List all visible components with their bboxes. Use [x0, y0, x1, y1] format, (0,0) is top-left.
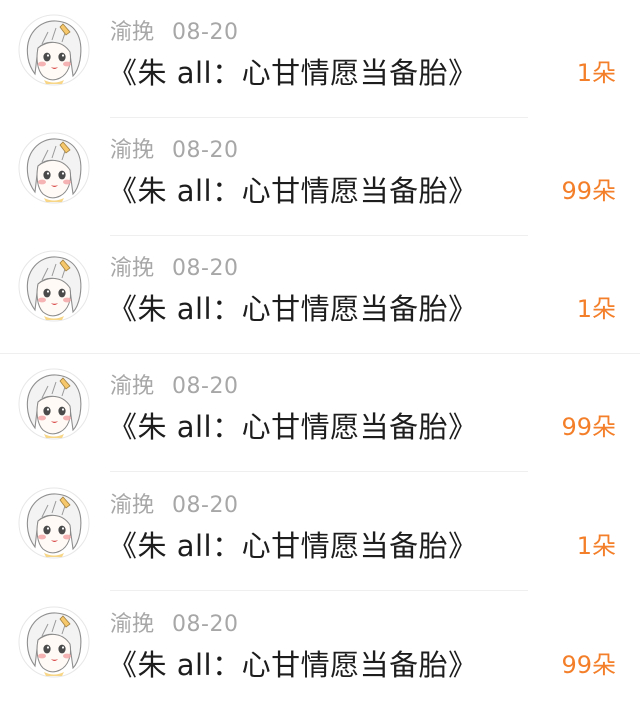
date-label: 08-20: [172, 493, 239, 518]
item-title[interactable]: 《朱 all：心甘情愿当备胎》: [108, 290, 478, 328]
username[interactable]: 渝挽: [110, 612, 154, 637]
list-item[interactable]: 渝挽 08-20 《朱 all：心甘情愿当备胎》 99朵: [0, 592, 640, 710]
flower-count: 99朵: [561, 177, 616, 205]
item-meta: 渝挽 08-20: [110, 491, 238, 521]
item-title[interactable]: 《朱 all：心甘情愿当备胎》: [108, 527, 478, 565]
row-divider: [110, 590, 528, 591]
username[interactable]: 渝挽: [110, 493, 154, 518]
flower-count: 1朵: [576, 532, 616, 560]
item-meta: 渝挽 08-20: [110, 372, 238, 402]
list-item[interactable]: 渝挽 08-20 《朱 all：心甘情愿当备胎》 1朵: [0, 473, 640, 591]
flower-count: 99朵: [561, 413, 616, 441]
date-label: 08-20: [172, 374, 239, 399]
anime-girl-avatar-icon[interactable]: [18, 368, 90, 440]
item-title[interactable]: 《朱 all：心甘情愿当备胎》: [108, 646, 478, 684]
username[interactable]: 渝挽: [110, 138, 154, 163]
flower-count: 1朵: [576, 295, 616, 323]
flower-count: 99朵: [561, 651, 616, 679]
list-item[interactable]: 渝挽 08-20 《朱 all：心甘情愿当备胎》 1朵: [0, 236, 640, 354]
username[interactable]: 渝挽: [110, 374, 154, 399]
anime-girl-avatar-icon[interactable]: [18, 250, 90, 322]
item-meta: 渝挽 08-20: [110, 136, 238, 166]
gift-record-list: 渝挽 08-20 《朱 all：心甘情愿当备胎》 1朵 渝挽 08-20 《朱 …: [0, 0, 640, 711]
anime-girl-avatar-icon[interactable]: [18, 132, 90, 204]
date-label: 08-20: [172, 256, 239, 281]
username[interactable]: 渝挽: [110, 20, 154, 45]
list-item[interactable]: 渝挽 08-20 《朱 all：心甘情愿当备胎》 1朵: [0, 0, 640, 118]
item-meta: 渝挽 08-20: [110, 18, 238, 48]
item-title[interactable]: 《朱 all：心甘情愿当备胎》: [108, 172, 478, 210]
anime-girl-avatar-icon[interactable]: [18, 487, 90, 559]
date-label: 08-20: [172, 138, 239, 163]
date-label: 08-20: [172, 612, 239, 637]
item-title[interactable]: 《朱 all：心甘情愿当备胎》: [108, 408, 478, 446]
list-item[interactable]: 渝挽 08-20 《朱 all：心甘情愿当备胎》 99朵: [0, 354, 640, 472]
anime-girl-avatar-icon[interactable]: [18, 606, 90, 678]
flower-count: 1朵: [576, 59, 616, 87]
item-meta: 渝挽 08-20: [110, 610, 238, 640]
anime-girl-avatar-icon[interactable]: [18, 14, 90, 86]
username[interactable]: 渝挽: [110, 256, 154, 281]
item-meta: 渝挽 08-20: [110, 254, 238, 284]
item-title[interactable]: 《朱 all：心甘情愿当备胎》: [108, 54, 478, 92]
list-item[interactable]: 渝挽 08-20 《朱 all：心甘情愿当备胎》 99朵: [0, 118, 640, 236]
date-label: 08-20: [172, 20, 239, 45]
row-divider: [110, 471, 528, 472]
